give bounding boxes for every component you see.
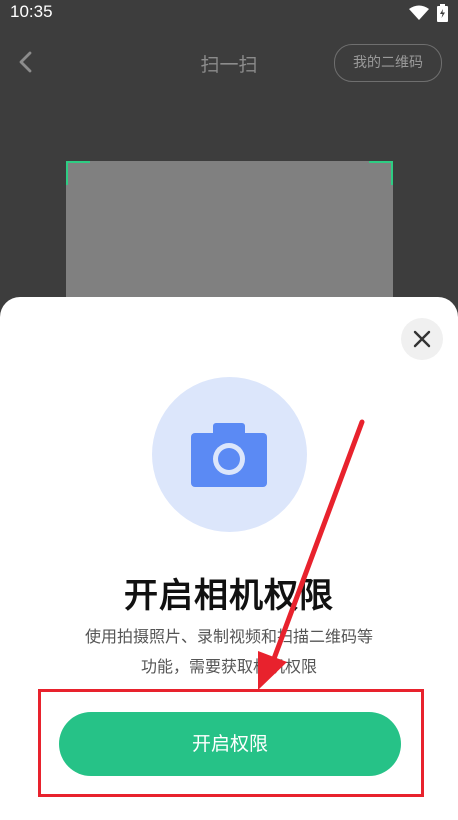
- status-icons: [409, 4, 448, 22]
- camera-illustration: [152, 377, 307, 532]
- status-time: 10:35: [10, 2, 53, 21]
- viewfinder-corner: [369, 161, 393, 185]
- annotation-highlight-box: [38, 689, 424, 797]
- my-qr-code-button[interactable]: 我的二维码: [334, 44, 442, 82]
- close-icon: [413, 330, 431, 348]
- close-button[interactable]: [401, 318, 443, 360]
- permission-description: 使用拍摄照片、录制视频和扫描二维码等 功能，需要获取相机权限: [50, 622, 408, 682]
- permission-description-line: 使用拍摄照片、录制视频和扫描二维码等: [84, 627, 373, 646]
- permission-title: 开启相机权限: [124, 576, 334, 616]
- scan-header: 扫一扫 我的二维码: [0, 40, 458, 86]
- viewfinder-corner: [66, 161, 90, 185]
- battery-icon: [437, 4, 448, 22]
- status-bar: 10:35: [0, 0, 458, 26]
- wifi-icon: [409, 5, 429, 20]
- camera-icon: [191, 423, 267, 487]
- permission-description-line: 功能，需要获取相机权限: [140, 657, 317, 676]
